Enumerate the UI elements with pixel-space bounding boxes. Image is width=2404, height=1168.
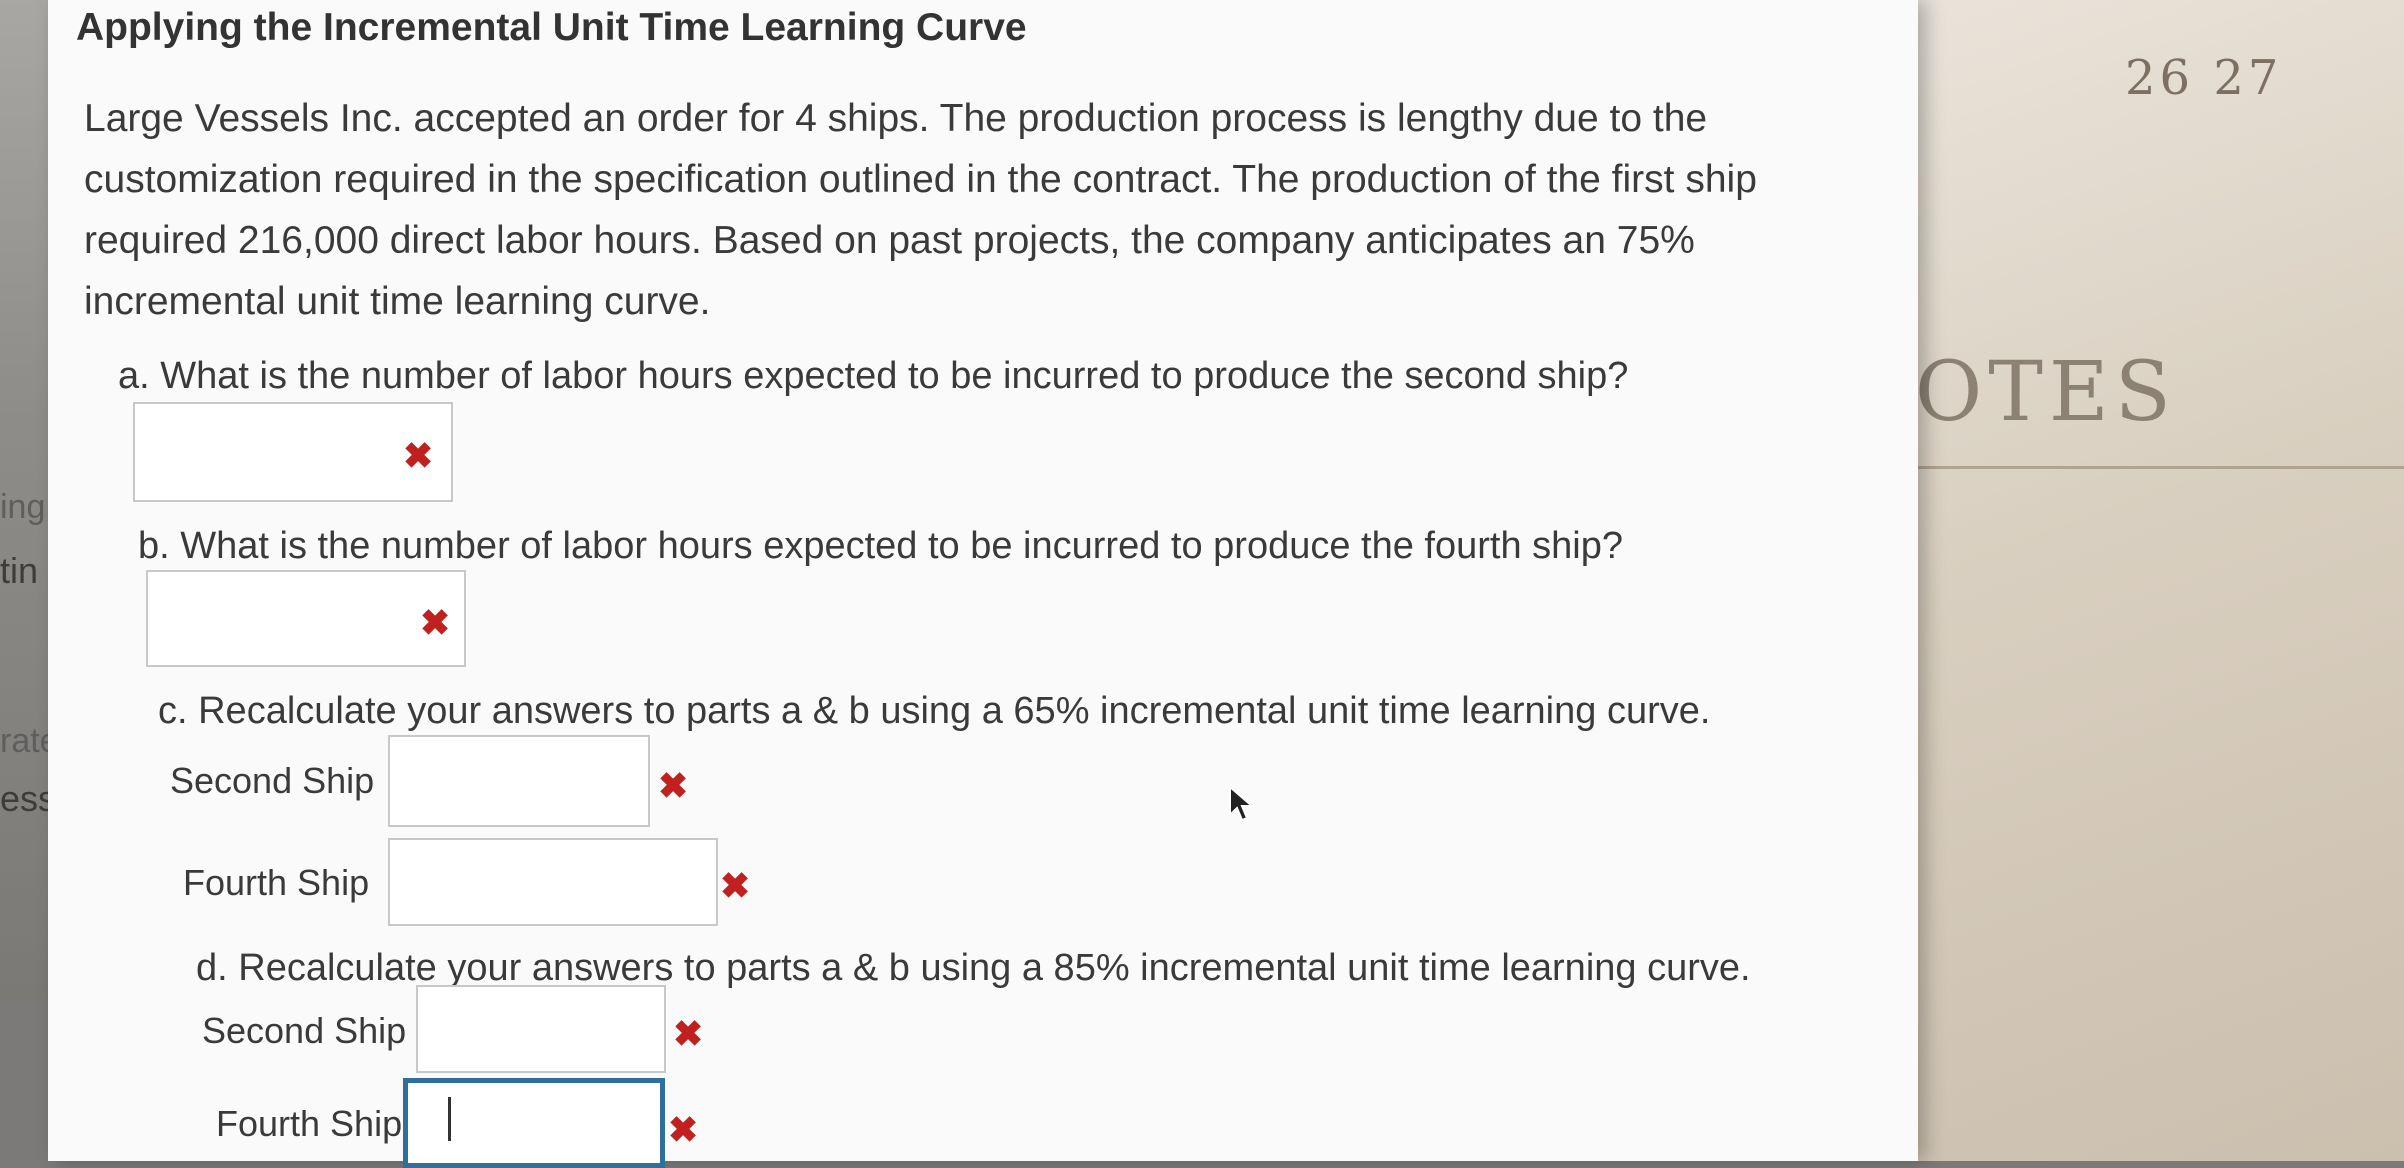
part-d-second-ship-input[interactable] bbox=[416, 985, 666, 1073]
part-d-prompt: d. Recalculate your answers to parts a &… bbox=[196, 947, 1751, 989]
part-b-answer-input[interactable] bbox=[146, 570, 466, 667]
part-a-prompt: a. What is the number of labor hours exp… bbox=[118, 355, 1629, 397]
c-second-ship-label: Second Ship bbox=[170, 760, 375, 801]
incorrect-icon: ✖ bbox=[720, 865, 751, 906]
question-panel: Applying the Incremental Unit Time Learn… bbox=[48, 0, 1918, 1168]
background-text-fragment: ing bbox=[0, 488, 46, 526]
incorrect-icon: ✖ bbox=[420, 602, 451, 643]
question-paragraph: Large Vessels Inc. accepted an order for… bbox=[84, 97, 1757, 323]
text-caret bbox=[448, 1097, 451, 1141]
part-c-prompt: c. Recalculate your answers to parts a &… bbox=[158, 690, 1711, 732]
incorrect-icon: ✖ bbox=[673, 1013, 704, 1054]
incorrect-icon: ✖ bbox=[403, 435, 434, 476]
part-c-second-ship-input[interactable] bbox=[388, 735, 650, 827]
textbook-page: 26 27 OTES bbox=[1855, 0, 2404, 1161]
part-b-prompt: b. What is the number of labor hours exp… bbox=[138, 525, 1623, 567]
d-second-ship-label: Second Ship bbox=[202, 1010, 407, 1051]
incorrect-icon: ✖ bbox=[658, 765, 689, 806]
part-c-fourth-ship-input[interactable] bbox=[388, 838, 718, 926]
incorrect-icon: ✖ bbox=[668, 1109, 699, 1150]
textbook-heading: OTES bbox=[1915, 345, 2177, 440]
question-title: Applying the Incremental Unit Time Learn… bbox=[76, 6, 1027, 49]
d-fourth-ship-label: Fourth Ship bbox=[216, 1103, 403, 1144]
part-d-fourth-ship-input[interactable] bbox=[403, 1078, 665, 1168]
textbook-page-numbers: 26 27 bbox=[2125, 50, 2283, 106]
mouse-pointer-icon bbox=[1229, 785, 1255, 822]
c-fourth-ship-label: Fourth Ship bbox=[183, 862, 370, 903]
textbook-rule bbox=[1905, 466, 2404, 469]
background-text-fragment: tin bbox=[0, 550, 39, 591]
